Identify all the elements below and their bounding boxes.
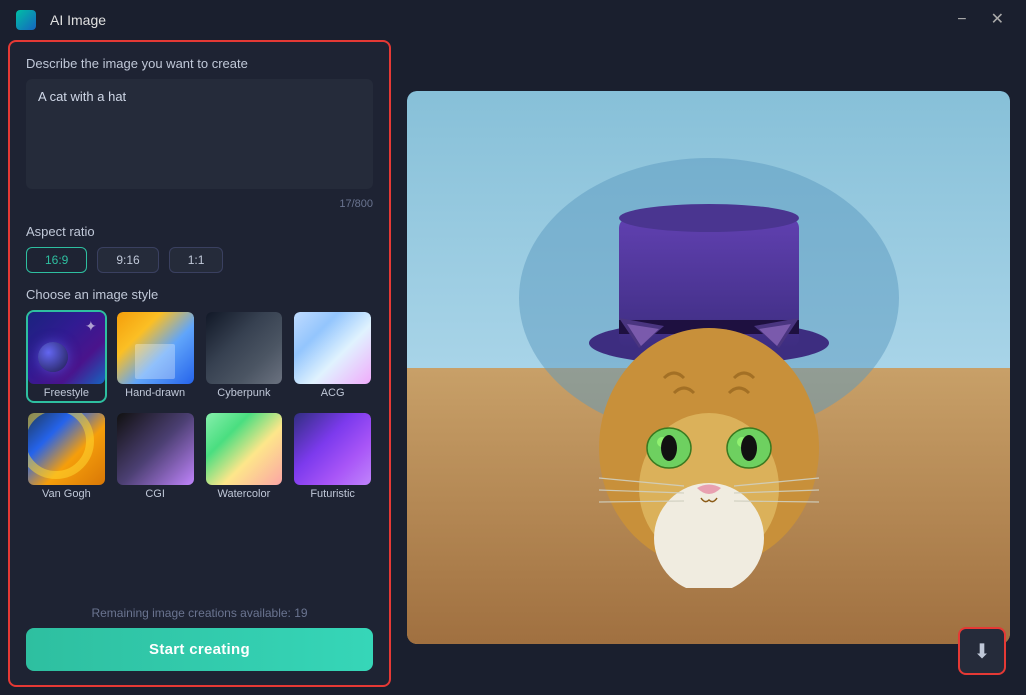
style-label-cgi: CGI: [117, 488, 194, 502]
aspect-btn-9-16[interactable]: 9:16: [97, 247, 158, 273]
left-panel: Describe the image you want to create A …: [8, 40, 391, 687]
style-thumb-futuristic: [294, 413, 371, 485]
style-label-cyberpunk: Cyberpunk: [206, 387, 283, 401]
style-label-handdrawn: Hand-drawn: [117, 387, 194, 401]
style-thumb-vangogh: [28, 413, 105, 485]
window-controls: − ✕: [951, 10, 1010, 30]
download-icon: ⬇: [974, 639, 991, 664]
style-item-watercolor[interactable]: Watercolor: [204, 411, 285, 504]
style-item-cyberpunk[interactable]: Cyberpunk: [204, 310, 285, 403]
castle-shape: [135, 344, 175, 379]
style-item-futuristic[interactable]: Futuristic: [292, 411, 373, 504]
aspect-btn-1-1[interactable]: 1:1: [169, 247, 224, 273]
style-label: Choose an image style: [26, 287, 373, 302]
style-thumb-cyberpunk: [206, 312, 283, 384]
close-button[interactable]: ✕: [985, 10, 1010, 30]
minimize-button[interactable]: −: [951, 10, 972, 30]
image-container: [407, 91, 1010, 644]
style-label-watercolor: Watercolor: [206, 488, 283, 502]
style-item-vangogh[interactable]: Van Gogh: [26, 411, 107, 504]
aspect-ratio-options: 16:9 9:16 1:1: [26, 247, 373, 273]
prompt-textarea[interactable]: A cat with a hat: [26, 79, 373, 189]
download-button[interactable]: ⬇: [958, 627, 1006, 675]
style-thumb-freestyle: [28, 312, 105, 384]
main-content: Describe the image you want to create A …: [0, 40, 1026, 695]
title-bar: AI Image − ✕: [0, 0, 1026, 40]
aspect-ratio-label: Aspect ratio: [26, 224, 373, 239]
right-panel: ⬇: [391, 40, 1026, 695]
style-item-handdrawn[interactable]: Hand-drawn: [115, 310, 196, 403]
style-item-acg[interactable]: ACG: [292, 310, 373, 403]
style-grid: Freestyle Hand-drawn Cyberpunk ACG: [26, 310, 373, 504]
style-thumb-acg: [294, 312, 371, 384]
style-label-vangogh: Van Gogh: [28, 488, 105, 502]
style-section: Choose an image style Freestyle Hand-dra…: [26, 287, 373, 504]
char-count: 17/800: [26, 198, 373, 210]
style-label-freestyle: Freestyle: [28, 387, 105, 401]
style-item-freestyle[interactable]: Freestyle: [26, 310, 107, 403]
window-title-area: AI Image: [16, 10, 106, 30]
app-icon: [16, 10, 36, 30]
style-label-acg: ACG: [294, 387, 371, 401]
cat-svg: [519, 148, 899, 588]
remaining-text: Remaining image creations available: 19: [26, 596, 373, 620]
prompt-label: Describe the image you want to create: [26, 56, 373, 71]
start-creating-button[interactable]: Start creating: [26, 628, 373, 671]
generated-image: [407, 91, 1010, 644]
aspect-ratio-section: Aspect ratio 16:9 9:16 1:1: [26, 224, 373, 273]
prompt-section: Describe the image you want to create A …: [26, 56, 373, 210]
style-label-futuristic: Futuristic: [294, 488, 371, 502]
aspect-btn-16-9[interactable]: 16:9: [26, 247, 87, 273]
style-thumb-cgi: [117, 413, 194, 485]
window-title: AI Image: [50, 12, 106, 28]
style-item-cgi[interactable]: CGI: [115, 411, 196, 504]
download-btn-area: ⬇: [958, 627, 1006, 675]
style-thumb-watercolor: [206, 413, 283, 485]
style-thumb-handdrawn: [117, 312, 194, 384]
